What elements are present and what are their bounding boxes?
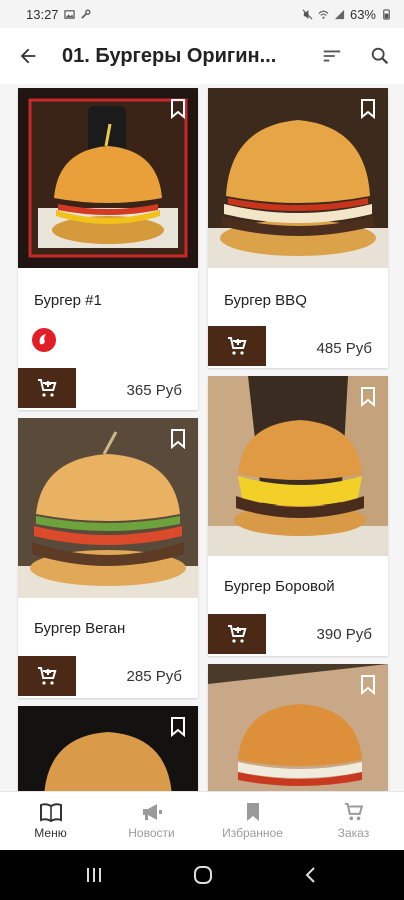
- favorite-button[interactable]: [357, 97, 379, 121]
- bookmark-icon: [246, 803, 259, 821]
- product-price: 365 Руб: [126, 382, 182, 399]
- add-to-cart-icon: [228, 625, 247, 643]
- product-price: 285 Руб: [126, 668, 182, 685]
- sort-button[interactable]: [308, 28, 356, 84]
- add-to-cart-icon: [228, 337, 247, 355]
- book-icon: [39, 803, 62, 822]
- add-to-cart-icon: [38, 379, 57, 397]
- product-card[interactable]: [18, 706, 198, 791]
- product-price: 485 Руб: [316, 340, 372, 357]
- battery-icon: [383, 8, 390, 20]
- tab-label: Избранное: [222, 826, 283, 840]
- product-grid: Бургер #1 365 Руб Бургер BBQ 485 Руб Бур…: [0, 84, 404, 791]
- tab-menu[interactable]: Меню: [0, 792, 101, 850]
- tab-order[interactable]: Заказ: [303, 792, 404, 850]
- bookmark-icon: [361, 675, 375, 695]
- tab-label: Заказ: [337, 826, 370, 840]
- product-price: 390 Руб: [316, 626, 372, 643]
- search-icon: [371, 47, 389, 65]
- product-name: Бургер Боровой: [224, 578, 335, 595]
- favorite-button[interactable]: [167, 715, 189, 739]
- back-button[interactable]: [0, 28, 56, 84]
- image-notification-icon: [63, 9, 75, 19]
- back-icon[interactable]: [302, 865, 320, 885]
- favorite-button[interactable]: [357, 385, 379, 409]
- product-image: [208, 376, 388, 556]
- cart-icon: [344, 802, 363, 821]
- app-bar: 01. Бургеры Оригин...: [0, 28, 404, 84]
- bookmark-icon: [361, 99, 375, 119]
- product-image: [18, 706, 198, 791]
- search-button[interactable]: [356, 28, 404, 84]
- recent-apps-icon[interactable]: [84, 866, 104, 884]
- tab-label: Меню: [34, 826, 67, 840]
- product-image: [208, 88, 388, 268]
- product-card[interactable]: Бургер Веган 285 Руб: [18, 418, 198, 698]
- back-arrow-icon: [20, 48, 36, 64]
- tab-label: Новости: [128, 826, 175, 840]
- wrench-notification-icon: [80, 9, 90, 19]
- tab-favorites[interactable]: Избранное: [202, 792, 303, 850]
- bookmark-icon: [171, 429, 185, 449]
- product-name: Бургер #1: [34, 292, 102, 309]
- favorite-button[interactable]: [167, 97, 189, 121]
- battery-percent: 63%: [349, 6, 376, 22]
- product-card[interactable]: Бургер Боровой 390 Руб: [208, 376, 388, 656]
- add-to-cart-button[interactable]: [208, 326, 266, 366]
- signal-icon: [334, 9, 345, 19]
- product-image: [18, 88, 198, 268]
- system-navigation-bar: [0, 850, 404, 900]
- home-icon[interactable]: [192, 864, 214, 886]
- add-to-cart-button[interactable]: [208, 614, 266, 654]
- product-card[interactable]: [208, 664, 388, 791]
- bookmark-icon: [361, 387, 375, 407]
- bottom-navigation: Меню Новости Избранное Заказ: [0, 791, 404, 850]
- add-to-cart-icon: [38, 667, 57, 685]
- wifi-icon: [318, 10, 329, 19]
- product-name: Бургер Веган: [34, 620, 126, 637]
- product-image: [208, 664, 388, 791]
- product-image: [18, 418, 198, 598]
- page-title: 01. Бургеры Оригин...: [62, 44, 277, 67]
- add-to-cart-button[interactable]: [18, 656, 76, 696]
- product-name: Бургер BBQ: [224, 292, 307, 309]
- add-to-cart-button[interactable]: [18, 368, 76, 408]
- megaphone-icon: [142, 804, 162, 820]
- favorite-button[interactable]: [357, 673, 379, 697]
- product-card[interactable]: Бургер #1 365 Руб: [18, 88, 198, 410]
- product-card[interactable]: Бургер BBQ 485 Руб: [208, 88, 388, 368]
- tab-news[interactable]: Новости: [101, 792, 202, 850]
- mute-icon: [302, 9, 313, 19]
- sort-icon: [323, 50, 341, 62]
- bookmark-icon: [171, 99, 185, 119]
- status-bar: 13:27 63%: [0, 0, 404, 28]
- bookmark-icon: [171, 717, 185, 737]
- favorite-button[interactable]: [167, 427, 189, 451]
- status-time: 13:27: [26, 6, 59, 22]
- hot-pepper-icon: [32, 328, 56, 352]
